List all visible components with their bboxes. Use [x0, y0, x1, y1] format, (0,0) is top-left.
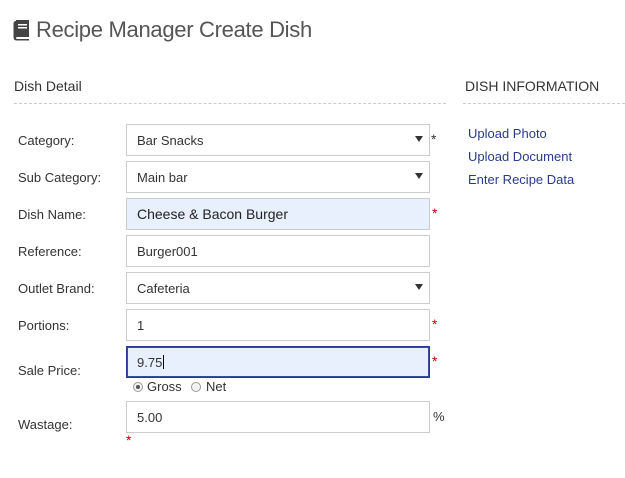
- chevron-down-icon: [415, 284, 423, 290]
- dish-name-required-mark: *: [432, 205, 438, 221]
- gross-radio-option[interactable]: Gross: [133, 379, 182, 394]
- sale-price-value: 9.75: [137, 354, 163, 370]
- wastage-required-mark: *: [126, 432, 132, 448]
- enter-recipe-data-link[interactable]: Enter Recipe Data: [468, 172, 574, 187]
- dish-name-value: Cheese & Bacon Burger: [137, 206, 288, 222]
- dish-name-input[interactable]: Cheese & Bacon Burger: [126, 198, 430, 230]
- wastage-unit: %: [433, 409, 445, 424]
- book-icon: [13, 20, 29, 41]
- wastage-label: Wastage:: [18, 417, 73, 432]
- category-select[interactable]: Bar Snacks: [126, 124, 430, 156]
- wastage-input[interactable]: 5.00: [126, 401, 430, 433]
- page-title-text: Recipe Manager Create Dish: [36, 17, 312, 42]
- portions-required-mark: *: [432, 316, 438, 332]
- dish-detail-heading: Dish Detail: [14, 78, 82, 94]
- dish-information-divider: [463, 103, 625, 104]
- chevron-down-icon: [415, 173, 423, 179]
- dish-name-label: Dish Name:: [18, 207, 86, 222]
- gross-radio[interactable]: [133, 381, 143, 392]
- wastage-value: 5.00: [137, 409, 163, 425]
- portions-value: 1: [137, 317, 145, 333]
- dish-information-heading: DISH INFORMATION: [465, 78, 600, 94]
- text-cursor: [163, 355, 165, 369]
- category-required-mark: *: [431, 131, 437, 147]
- sale-price-input[interactable]: 9.75: [126, 346, 430, 378]
- net-radio-option[interactable]: Net: [191, 379, 226, 394]
- net-radio[interactable]: [191, 381, 201, 392]
- outlet-brand-value: Cafeteria: [137, 280, 190, 296]
- dish-detail-divider: [14, 103, 446, 104]
- portions-label: Portions:: [18, 318, 70, 333]
- reference-input[interactable]: Burger001: [126, 235, 430, 267]
- page-title: Recipe Manager Create Dish: [12, 14, 312, 46]
- outlet-brand-label: Outlet Brand:: [18, 281, 95, 296]
- reference-value: Burger001: [137, 243, 198, 259]
- sale-price-required-mark: *: [432, 353, 438, 369]
- category-label: Category:: [18, 133, 75, 148]
- upload-document-link[interactable]: Upload Document: [468, 149, 572, 164]
- sub-category-label: Sub Category:: [18, 170, 102, 185]
- portions-input[interactable]: 1: [126, 309, 430, 341]
- sub-category-select[interactable]: Main bar: [126, 161, 430, 193]
- reference-label: Reference:: [18, 244, 82, 259]
- net-radio-label: Net: [206, 379, 227, 394]
- outlet-brand-select[interactable]: Cafeteria: [126, 272, 430, 304]
- category-value: Bar Snacks: [137, 132, 204, 148]
- sub-category-value: Main bar: [137, 169, 188, 185]
- sale-price-label: Sale Price:: [18, 363, 81, 378]
- chevron-down-icon: [415, 136, 423, 142]
- gross-radio-label: Gross: [147, 379, 182, 394]
- upload-photo-link[interactable]: Upload Photo: [468, 126, 547, 141]
